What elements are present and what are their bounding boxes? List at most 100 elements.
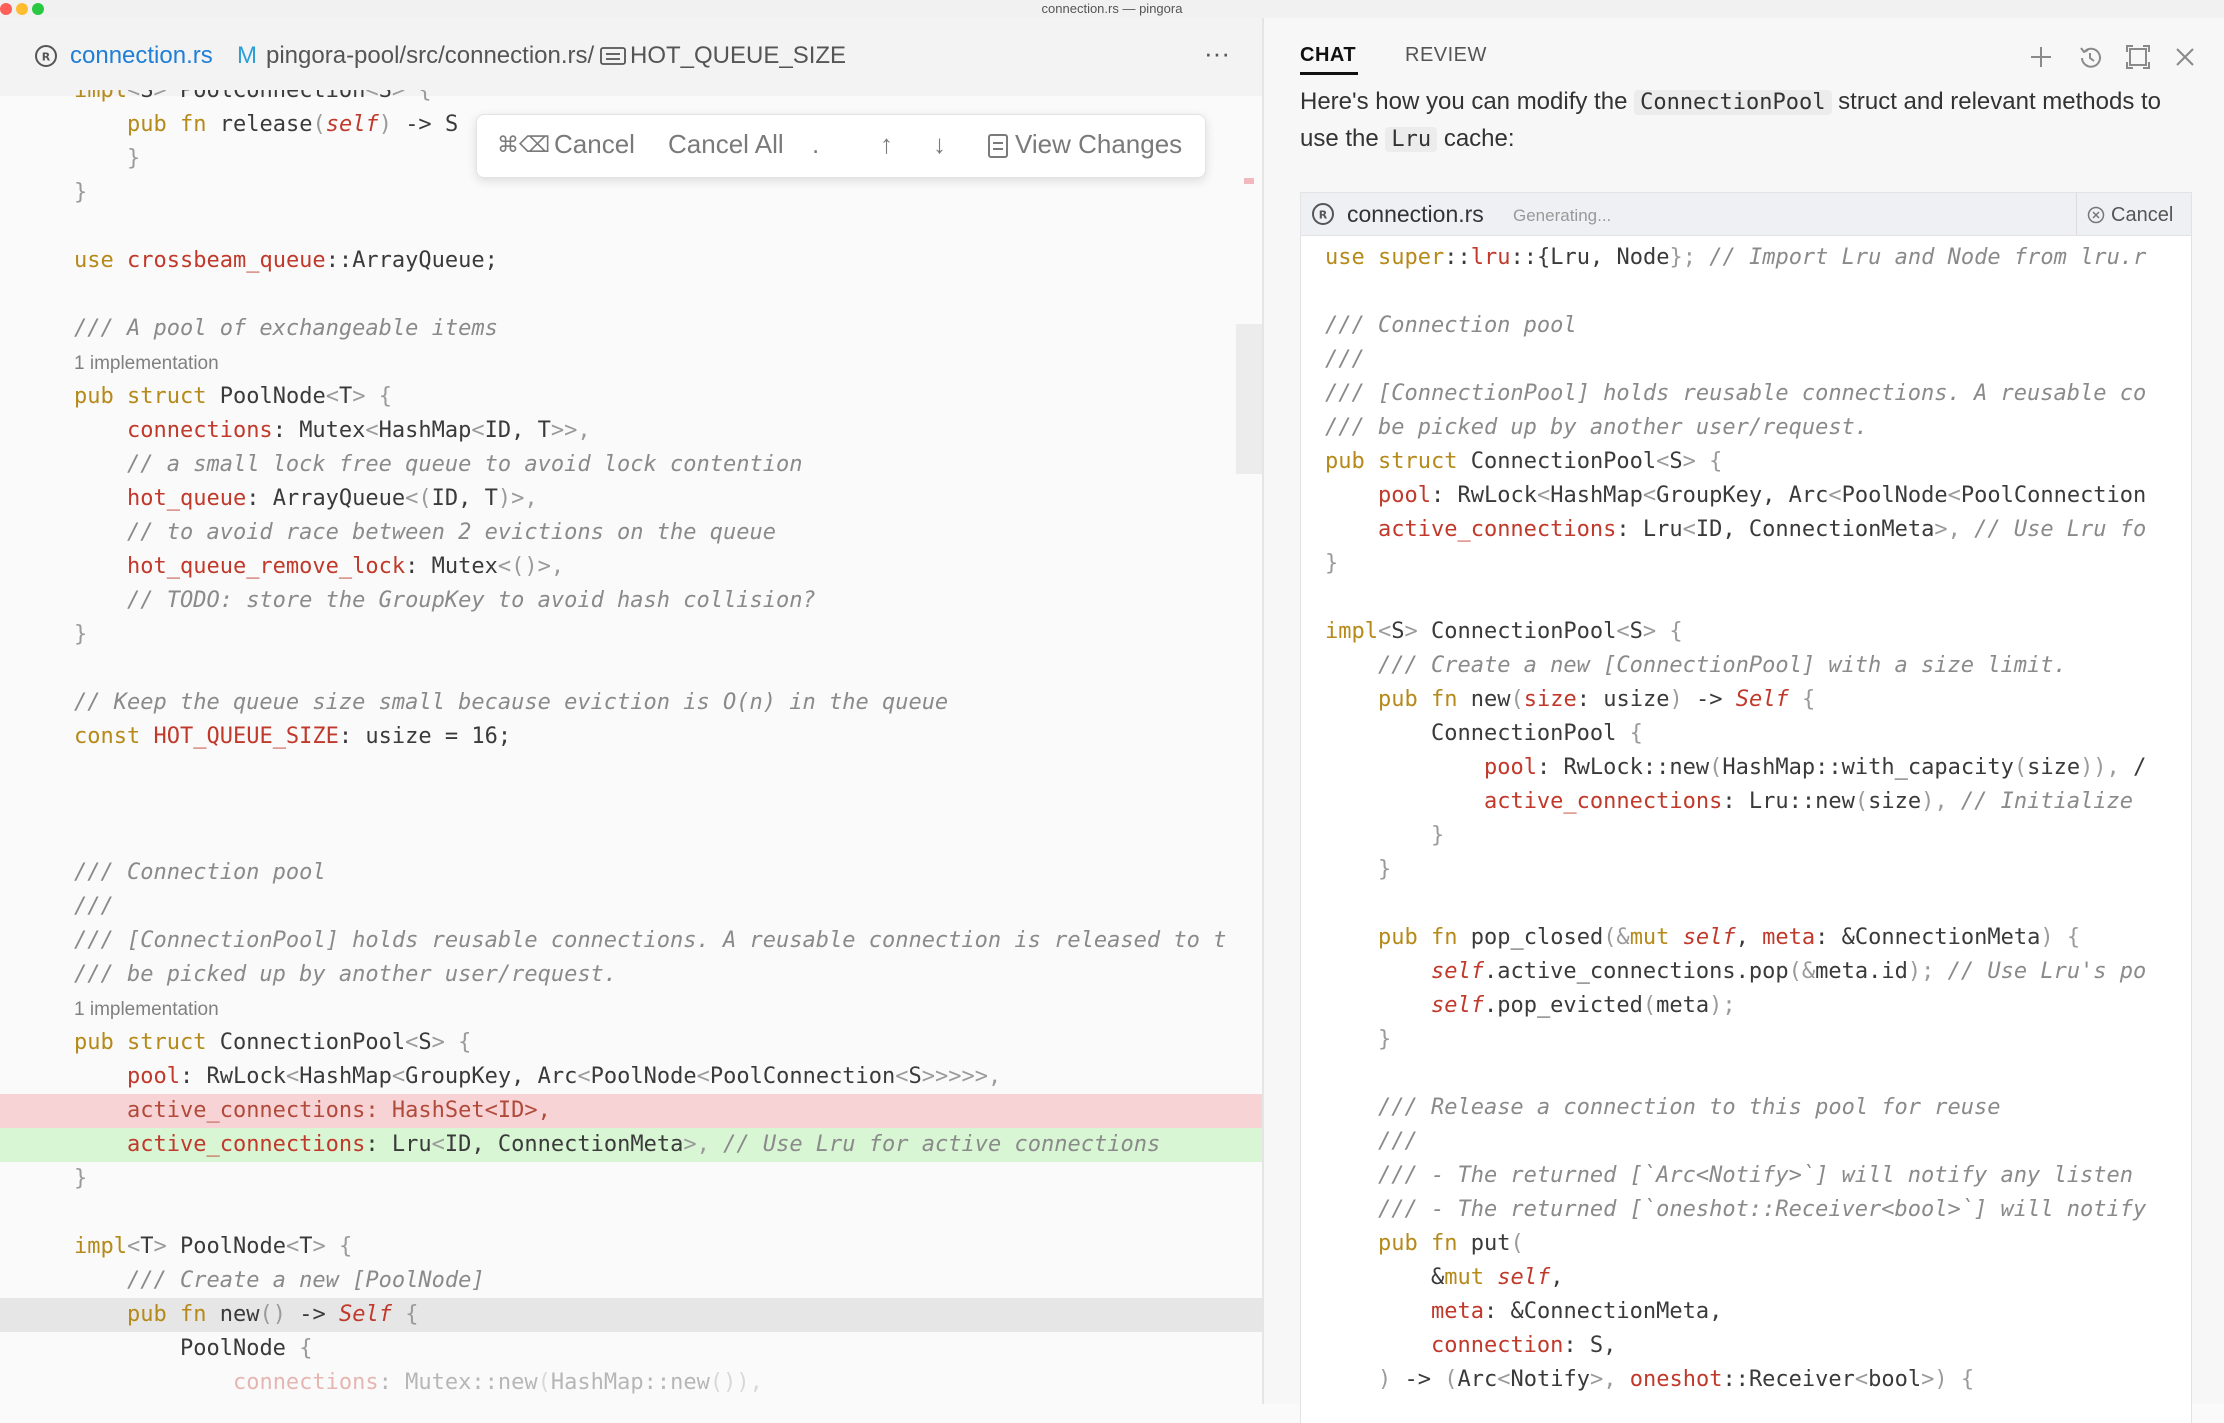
generated-code-line: } (1377, 1027, 1392, 1052)
code-line: const HOT_QUEUE_SIZE: usize = 16; (74, 724, 512, 749)
code-line: // to avoid race between 2 evictions on … (126, 520, 776, 545)
cancel-generation-button[interactable]: Cancel (2111, 204, 2173, 227)
rust-file-icon: R (1312, 203, 1334, 225)
document-icon (988, 134, 1008, 158)
code-line: 1 implementation (74, 999, 219, 1020)
code-line: pool: RwLock<HashMap<GroupKey, Arc<PoolN… (126, 1064, 1002, 1089)
tab-chat[interactable]: CHAT (1300, 44, 1356, 67)
generated-code-line: impl<S> ConnectionPool<S> { (1325, 619, 1683, 644)
code-line: /// A pool of exchangeable items (74, 316, 498, 341)
history-icon[interactable] (2076, 44, 2104, 72)
code-line: // TODO: store the GroupKey to avoid has… (126, 588, 816, 613)
generated-code-line: /// (1325, 347, 1365, 372)
generated-code-block: R connection.rs Generating... Cancel use… (1300, 192, 2192, 1423)
generated-code-line: /// be picked up by another user/request… (1325, 415, 1869, 440)
code-line: } (74, 180, 88, 205)
code-line: /// Create a new [PoolNode] (126, 1268, 485, 1293)
next-change-button[interactable]: ↓ (933, 129, 946, 160)
previous-change-button[interactable]: ↑ (880, 129, 893, 160)
generated-code-line: use super::lru::{Lru, Node}; // Import L… (1325, 245, 2147, 270)
breadcrumb-symbol[interactable]: HOT_QUEUE_SIZE (630, 42, 846, 70)
chat-panel: CHAT REVIEW Here's how you can modify th… (1264, 18, 2224, 1423)
maximize-icon[interactable] (2125, 44, 2151, 70)
code-line: connections: Mutex::new(HashMap::new()), (232, 1370, 763, 1395)
code-block-filename[interactable]: connection.rs (1347, 201, 1484, 228)
generated-code-line: } (1430, 823, 1445, 848)
code-line: } (74, 1166, 88, 1191)
generated-code-line: pub fn new(size: usize) -> Self { (1377, 687, 1816, 712)
generated-code-line: meta: &ConnectionMeta, (1430, 1299, 1723, 1324)
code-line: use crossbeam_queue::ArrayQueue; (74, 248, 498, 273)
generating-status: Generating... (1513, 206, 1612, 225)
inline-code: ConnectionPool (1634, 90, 1832, 115)
breadcrumb-path[interactable]: pingora-pool/src/connection.rs/ (266, 42, 594, 70)
separator-dot: . (812, 129, 820, 159)
code-line: /// Connection pool (74, 860, 326, 885)
cancel-circle-icon (2087, 206, 2105, 224)
generated-code-line (1325, 275, 2191, 309)
message-text: Here's how you can modify the (1300, 88, 1635, 115)
code-line: hot_queue_remove_lock: Mutex<()>, (126, 554, 565, 579)
generated-code-line: /// Create a new [ConnectionPool] with a… (1377, 653, 2067, 678)
generated-code-line: } (1377, 857, 1392, 882)
more-actions-button[interactable]: ··· (1204, 38, 1230, 69)
generated-code-line: /// [ConnectionPool] holds reusable conn… (1325, 381, 2147, 406)
code-line: } (74, 622, 88, 647)
window-titlebar: connection.rs — pingora (0, 0, 2224, 19)
code-line: pub struct PoolNode<T> { (74, 384, 392, 409)
generated-code-line: active_connections: Lru::new(size), // I… (1483, 789, 2147, 814)
code-editor: R connection.rs M pingora-pool/src/conne… (0, 18, 1262, 1404)
code-line: /// (74, 894, 114, 919)
generated-code-line: pub fn put( (1377, 1231, 1524, 1256)
generated-code-line: &mut self, (1430, 1265, 1564, 1290)
generated-code-line: ) -> (Arc<Notify>, oneshot::Receiver<boo… (1377, 1367, 1975, 1392)
header-divider (2076, 193, 2077, 235)
inline-edit-toolbar: ⌘⌫ Cancel Cancel All . ↑ ↓ View Changes (476, 114, 1206, 178)
generated-code-line: self.active_connections.pop(&meta.id); /… (1430, 959, 2147, 984)
generated-code-line (1325, 581, 2191, 615)
cancel-button[interactable]: Cancel (554, 129, 635, 160)
generated-code-line: active_connections: Lru<ID, ConnectionMe… (1377, 517, 2147, 542)
generated-code-line (1325, 1057, 2191, 1091)
generated-code-line: pool: RwLock::new(HashMap::with_capacity… (1483, 755, 2147, 780)
close-icon[interactable] (2174, 46, 2196, 68)
generated-code-line (1325, 887, 2191, 921)
generated-code-line: /// Release a connection to this pool fo… (1377, 1095, 2001, 1120)
file-tab-name[interactable]: connection.rs (70, 42, 213, 70)
plus-icon[interactable] (2028, 44, 2054, 70)
editor-code-area[interactable]: impl<S> PoolConnection<S> { pub fn relea… (0, 90, 1262, 1410)
cancel-all-button[interactable]: Cancel All (668, 129, 784, 160)
generated-code-line: ConnectionPool { (1430, 721, 1643, 746)
assistant-message: Here's how you can modify the Connection… (1300, 84, 2180, 158)
rust-file-icon: R (35, 45, 57, 67)
code-line: active_connections: Lru<ID, ConnectionMe… (0, 1128, 1262, 1162)
code-line: connections: Mutex<HashMap<ID, T>>, (126, 418, 591, 443)
view-changes-button[interactable]: View Changes (1015, 129, 1182, 160)
active-tab-indicator (1300, 72, 1358, 75)
generated-code-line: pub struct ConnectionPool<S> { (1325, 449, 1723, 474)
code-line: /// be picked up by another user/request… (74, 962, 618, 987)
editor-scrollbar[interactable] (1236, 324, 1262, 474)
generated-code-line: } (1325, 551, 1339, 576)
editor-breadcrumb-bar: R connection.rs M pingora-pool/src/conne… (0, 18, 1262, 96)
code-block-header: R connection.rs Generating... Cancel (1301, 193, 2191, 236)
code-line: active_connections: HashSet<ID>, (0, 1094, 1262, 1128)
code-line: PoolNode { (179, 1336, 313, 1361)
code-line: hot_queue: ArrayQueue<(ID, T)>, (126, 486, 538, 511)
window-title: connection.rs — pingora (1041, 1, 1183, 16)
code-line: /// [ConnectionPool] holds reusable conn… (74, 928, 1227, 953)
generated-code-line: self.pop_evicted(meta); (1430, 993, 1736, 1018)
constant-symbol-icon (600, 47, 626, 65)
generated-code-line: /// (1377, 1129, 1418, 1154)
tab-review[interactable]: REVIEW (1405, 44, 1487, 67)
code-line: // Keep the queue size small because evi… (74, 690, 949, 715)
generated-code-line: pool: RwLock<HashMap<GroupKey, Arc<PoolN… (1377, 483, 2147, 508)
generated-code-line: /// - The returned [`oneshot::Receiver<b… (1377, 1197, 2147, 1222)
svg-text:R: R (42, 51, 51, 64)
